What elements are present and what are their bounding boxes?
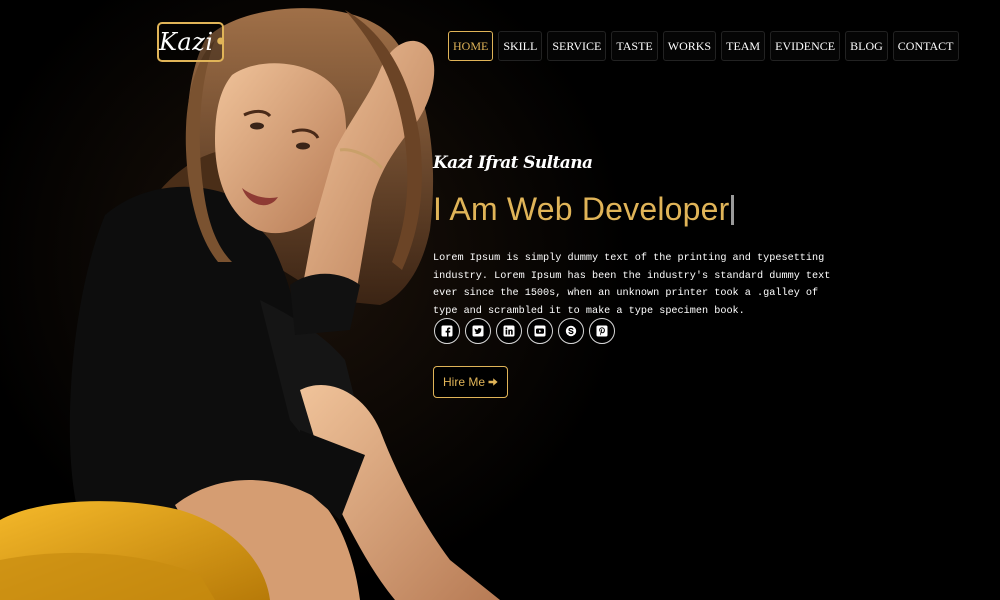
skype-icon (565, 325, 577, 337)
logo-text: Kazi (159, 28, 214, 56)
logo-dot: • (213, 28, 229, 56)
skype-button[interactable] (558, 318, 584, 344)
youtube-button[interactable] (527, 318, 553, 344)
nav-home[interactable]: HOME (448, 31, 494, 61)
pinterest-button[interactable] (589, 318, 615, 344)
typing-cursor (731, 195, 735, 225)
site-logo[interactable]: Kazi• (157, 22, 228, 62)
twitter-button[interactable] (465, 318, 491, 344)
facebook-icon (441, 325, 453, 337)
nav-service[interactable]: SERVICE (547, 31, 607, 61)
nav-evidence[interactable]: EVIDENCE (770, 31, 841, 61)
hero-headline-text: I Am Web Developer (433, 191, 730, 227)
page: Kazi• HOME SKILL SERVICE TASTE WORKS TEA… (0, 0, 1000, 600)
hire-me-button[interactable]: Hire Me (433, 366, 509, 398)
social-links (434, 318, 615, 344)
linkedin-icon (503, 325, 515, 337)
youtube-icon (534, 325, 546, 337)
arrow-right-icon (488, 378, 498, 386)
hero-headline: I Am Web Developer (433, 191, 735, 228)
hire-me-label: Hire Me (443, 375, 486, 389)
pinterest-icon (596, 325, 608, 337)
main-nav: HOME SKILL SERVICE TASTE WORKS TEAM EVID… (448, 31, 959, 61)
linkedin-button[interactable] (496, 318, 522, 344)
hero-name: Kazi Ifrat Sultana (433, 153, 593, 173)
nav-blog[interactable]: BLOG (845, 31, 888, 61)
nav-team[interactable]: TEAM (721, 31, 766, 61)
facebook-button[interactable] (434, 318, 460, 344)
nav-skill[interactable]: SKILL (498, 31, 543, 61)
nav-taste[interactable]: TASTE (611, 31, 658, 61)
hero-description: Lorem Ipsum is simply dummy text of the … (433, 253, 831, 317)
nav-works[interactable]: WORKS (662, 31, 717, 61)
twitter-icon (472, 325, 484, 337)
nav-contact[interactable]: CONTACT (892, 31, 959, 61)
